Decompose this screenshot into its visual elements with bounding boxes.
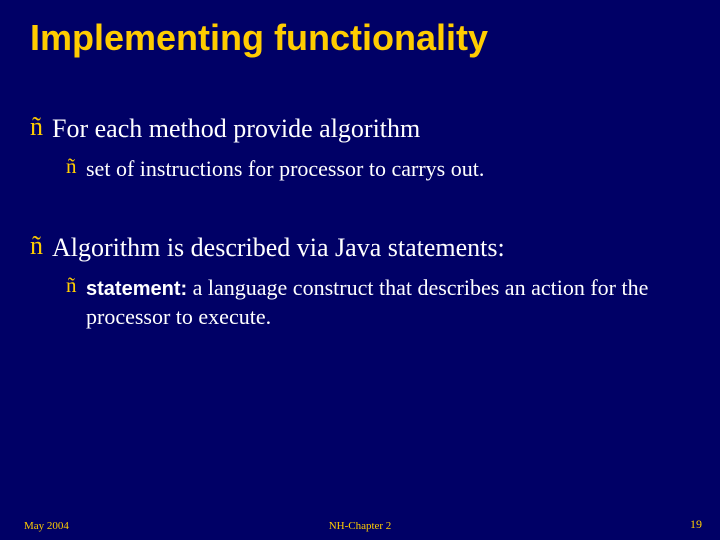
bold-term: statement:: [86, 278, 187, 300]
spacer: [0, 194, 720, 232]
bullet-level1: ñ For each method provide algorithm: [0, 113, 720, 146]
bullet-marker-icon: ñ: [66, 274, 86, 297]
bullet-text: statement: a language construct that des…: [86, 274, 670, 331]
slide: Implementing functionality ñ For each me…: [0, 0, 720, 540]
bullet-marker-icon: ñ: [66, 155, 86, 178]
bullet-marker-icon: ñ: [30, 232, 52, 261]
footer-page-number: 19: [690, 517, 702, 532]
bullet-text: Algorithm is described via Java statemen…: [52, 232, 720, 265]
bullet-level2: ñ set of instructions for processor to c…: [0, 155, 720, 184]
bullet-level1: ñ Algorithm is described via Java statem…: [0, 232, 720, 265]
bullet-text: For each method provide algorithm: [52, 113, 720, 146]
slide-footer: May 2004 NH-Chapter 2 19: [0, 516, 720, 532]
slide-title: Implementing functionality: [0, 18, 720, 58]
bullet-text: set of instructions for processor to car…: [86, 155, 670, 184]
bullet-level2: ñ statement: a language construct that d…: [0, 274, 720, 331]
bullet-marker-icon: ñ: [30, 113, 52, 142]
footer-chapter: NH-Chapter 2: [0, 520, 720, 532]
